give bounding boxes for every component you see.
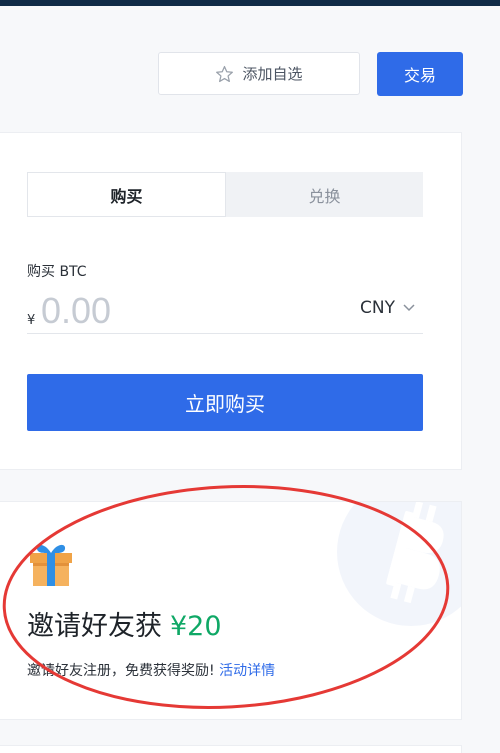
tab-buy[interactable]: 购买	[27, 172, 226, 217]
reward-amount: ¥20	[170, 611, 222, 642]
activity-details-link[interactable]: 活动详情	[219, 663, 275, 679]
invite-title: 邀请好友获 ¥20	[27, 604, 222, 643]
top-nav-bar	[0, 0, 500, 6]
add-to-watchlist-button[interactable]: 添加自选	[158, 52, 360, 95]
next-card	[0, 745, 462, 753]
tab-exchange[interactable]: 兑换	[226, 172, 423, 217]
buy-exchange-tabs: 购买 兑换	[27, 172, 423, 217]
currency-select-value: CNY	[360, 298, 395, 318]
star-outline-icon	[216, 65, 234, 82]
amount-input[interactable]	[41, 292, 301, 330]
currency-select[interactable]: CNY	[360, 298, 415, 318]
buy-now-label: 立即购买	[185, 392, 265, 416]
invite-title-text: 邀请好友获	[27, 611, 162, 642]
amount-row: ¥ CNY	[27, 288, 423, 334]
currency-symbol: ¥	[27, 313, 36, 328]
trade-label: 交易	[403, 66, 436, 85]
page: 添加自选 交易 购买 兑换 购买 BTC ¥ CNY 立即购买	[0, 0, 500, 753]
bitcoin-watermark-icon	[337, 502, 461, 626]
add-to-watchlist-label: 添加自选	[242, 65, 303, 83]
buy-now-button[interactable]: 立即购买	[27, 374, 423, 431]
tab-buy-label: 购买	[110, 186, 143, 206]
invite-description-text: 邀请好友注册，免费获得奖励!	[27, 663, 215, 679]
buy-amount-label: 购买 BTC	[27, 264, 87, 280]
trade-button[interactable]: 交易	[377, 52, 463, 96]
tab-exchange-label: 兑换	[308, 186, 341, 206]
gift-icon	[30, 544, 72, 586]
chevron-down-icon	[403, 304, 415, 312]
invite-description: 邀请好友注册，免费获得奖励! 活动详情	[27, 660, 275, 680]
